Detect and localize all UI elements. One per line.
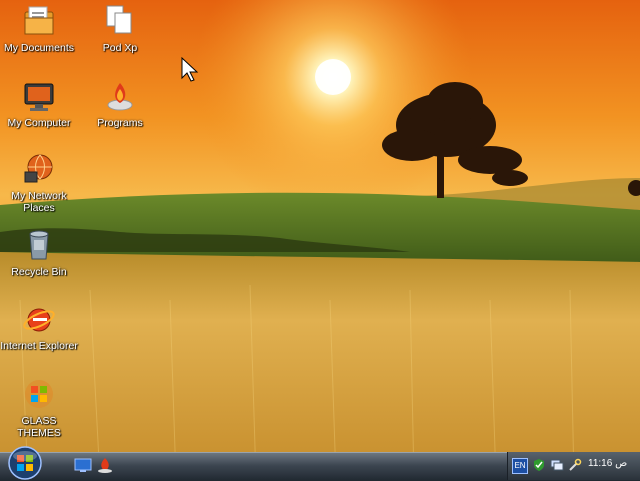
shield-check-icon[interactable] [532,458,546,472]
programs-icon [107,83,133,111]
icon-label: My Documents [3,42,75,54]
windows-logo-icon [25,380,53,408]
icon-label: Internet Explorer [0,340,78,352]
icon-label: Pod Xp [102,42,138,54]
desktop-icon-my-network-places[interactable]: My Network Places [0,152,78,214]
show-desktop-icon[interactable] [74,456,92,474]
network-icon [24,154,53,183]
internet-explorer-icon [23,308,55,332]
folder-documents-icon [24,6,54,35]
desktop-icon-programs[interactable]: Programs [81,79,159,129]
language-indicator[interactable]: EN [512,458,528,474]
taskbar-clock[interactable]: 11:16 ص [588,458,627,469]
mouse-cursor-icon [181,57,199,82]
desktop-wallpaper [0,0,640,480]
desktop-icon-recycle-bin[interactable]: Recycle Bin [0,228,78,278]
programs-icon[interactable] [96,456,114,474]
icon-label: GLASS THEMES [17,415,61,439]
documents-stack-icon [106,5,132,34]
desktop-icon-my-documents[interactable]: My Documents [0,4,78,54]
recycle-bin-icon [29,230,49,260]
icon-label: My Network Places [11,190,67,214]
icon-label: Programs [97,117,143,129]
desktop-icon-pod-xp[interactable]: Pod Xp [81,4,159,54]
tools-icon[interactable] [568,458,582,472]
icon-label: My Computer [7,117,71,129]
start-button[interactable] [4,446,46,480]
computer-icon [24,83,54,111]
network-status-icon[interactable] [550,458,564,472]
desktop-icon-my-computer[interactable]: My Computer [0,79,78,129]
desktop-icon-internet-explorer[interactable]: Internet Explorer [0,302,78,352]
desktop-icon-glass-themes[interactable]: GLASS THEMES [0,377,78,439]
icon-label: Recycle Bin [11,266,67,278]
